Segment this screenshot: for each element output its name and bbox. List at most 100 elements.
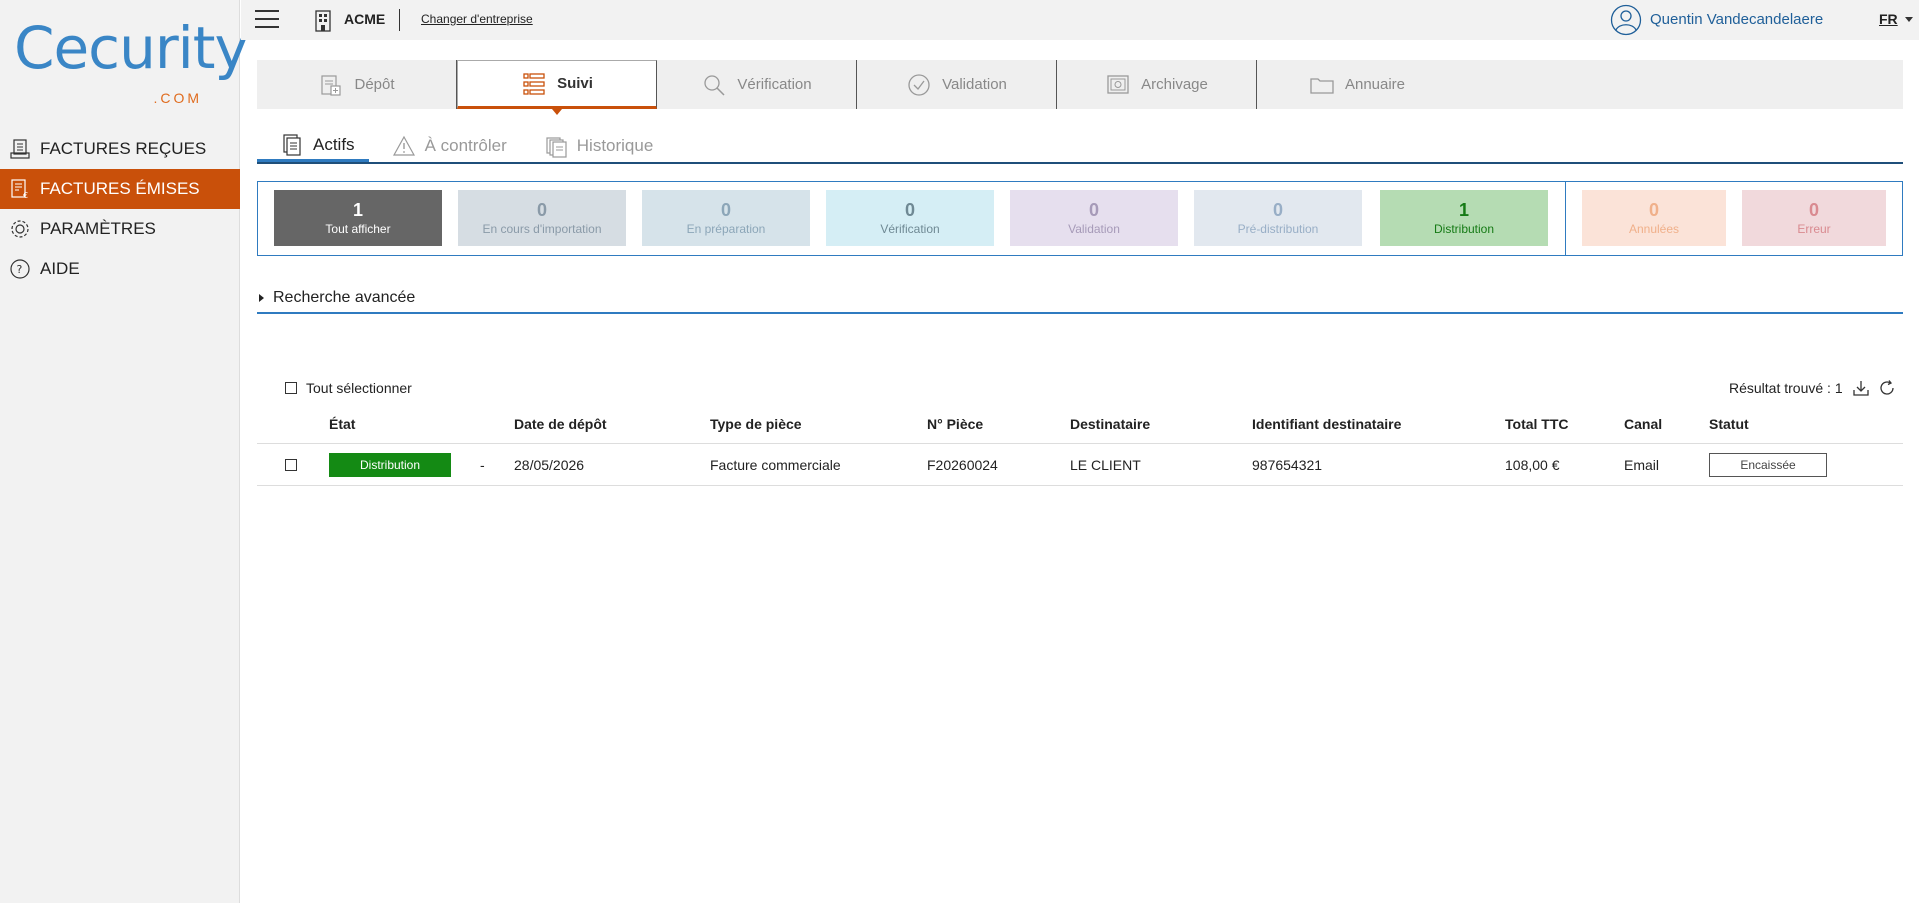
counter-distribution[interactable]: 1 Distribution: [1380, 190, 1548, 246]
check-circle-icon: [906, 72, 932, 98]
tab-a-controler[interactable]: À contrôler: [369, 130, 521, 162]
column-header-type[interactable]: Type de pièce: [710, 416, 802, 432]
table-row[interactable]: Distribution - 28/05/2026 Facture commer…: [257, 444, 1903, 486]
counter-label: Distribution: [1433, 222, 1495, 236]
column-header-etat[interactable]: État: [329, 416, 355, 432]
menu-icon[interactable]: [255, 10, 279, 30]
column-header-date[interactable]: Date de dépôt: [514, 416, 607, 432]
counter-label: Tout afficher: [325, 222, 391, 236]
svg-text:€: €: [23, 191, 28, 200]
column-header-identifiant[interactable]: Identifiant destinataire: [1252, 416, 1401, 432]
column-header-destinataire[interactable]: Destinataire: [1070, 416, 1150, 432]
received-invoices-icon: [8, 137, 32, 161]
counter-value: 0: [1648, 200, 1659, 220]
counter-value: 0: [1088, 200, 1099, 220]
column-header-num[interactable]: N° Pièce: [927, 416, 983, 432]
sidebar-item-aide[interactable]: ? AIDE: [0, 249, 240, 289]
counter-value: 1: [1458, 200, 1469, 220]
tab-archivage[interactable]: Archivage: [1057, 60, 1257, 109]
counter-label: En cours d'importation: [482, 222, 602, 236]
refresh-icon[interactable]: [1878, 379, 1896, 397]
cell-dash: -: [480, 457, 485, 473]
status-badge: Distribution: [329, 453, 451, 477]
magnifier-icon: [701, 72, 727, 98]
tab-depot[interactable]: Dépôt: [257, 60, 457, 109]
counter-erreur[interactable]: 0 Erreur: [1742, 190, 1886, 246]
main-tabs: Dépôt Suivi Vérification Validation Arch…: [257, 60, 1903, 115]
change-company-link[interactable]: Changer d'entreprise: [421, 12, 533, 26]
cell-type: Facture commerciale: [710, 457, 841, 473]
sidebar-item-label: FACTURES ÉMISES: [40, 179, 200, 198]
tab-label: Suivi: [557, 75, 593, 92]
result-count: Résultat trouvé : 1: [1729, 380, 1843, 396]
documents-icon: [281, 133, 303, 157]
select-all-label: Tout sélectionner: [306, 380, 412, 396]
cell-num: F20260024: [927, 457, 998, 473]
counter-label: Annulées: [1628, 222, 1680, 236]
select-all-checkbox[interactable]: Tout sélectionner: [285, 380, 412, 396]
table-header: État Date de dépôt Type de pièce N° Pièc…: [257, 412, 1903, 444]
deposit-icon: [318, 72, 344, 98]
safe-icon: [1105, 72, 1131, 98]
checkbox[interactable]: [285, 382, 297, 394]
tab-verification[interactable]: Vérification: [657, 60, 857, 109]
counter-separator: [1565, 182, 1566, 255]
counter-verification[interactable]: 0 Vérification: [826, 190, 994, 246]
company-name: ACME: [344, 11, 386, 27]
counter-annulees[interactable]: 0 Annulées: [1582, 190, 1726, 246]
top-bar: ACME Changer d'entreprise Quentin Vandec…: [241, 0, 1919, 40]
issued-invoices-icon: €: [8, 177, 32, 201]
tab-annuaire[interactable]: Annuaire: [1257, 60, 1457, 109]
statut-button[interactable]: Encaissée: [1709, 453, 1827, 477]
sidebar: Cecurity .COM FACTURES REÇUES € FACTURES…: [0, 0, 249, 903]
row-checkbox[interactable]: [285, 459, 297, 471]
language-selector[interactable]: FR: [1879, 11, 1898, 27]
counter-en-cours-importation[interactable]: 0 En cours d'importation: [458, 190, 626, 246]
column-header-statut[interactable]: Statut: [1709, 416, 1749, 432]
column-header-total[interactable]: Total TTC: [1505, 416, 1569, 432]
tab-label: Archivage: [1141, 76, 1208, 93]
status-counters: 1 Tout afficher 0 En cours d'importation…: [257, 181, 1903, 256]
gear-icon: [8, 217, 32, 241]
counter-label: Pré-distribution: [1237, 222, 1319, 236]
counter-value: 0: [1808, 200, 1819, 220]
counter-en-preparation[interactable]: 0 En préparation: [642, 190, 810, 246]
counter-value: 0: [536, 200, 547, 220]
counter-label: Erreur: [1797, 222, 1831, 236]
counter-tout-afficher[interactable]: 1 Tout afficher: [274, 190, 442, 246]
sidebar-item-factures-recues[interactable]: FACTURES REÇUES: [0, 129, 240, 169]
chevron-down-icon[interactable]: [1905, 17, 1913, 22]
sidebar-item-label: PARAMÈTRES: [40, 219, 156, 238]
tab-label: Annuaire: [1344, 76, 1406, 93]
advanced-search-toggle[interactable]: Recherche avancée: [257, 288, 1903, 314]
tab-historique[interactable]: Historique: [521, 130, 668, 162]
app-root: Cecurity .COM FACTURES REÇUES € FACTURES…: [0, 0, 1919, 903]
counter-label: En préparation: [686, 222, 766, 236]
sub-tab-label: Historique: [576, 136, 654, 155]
download-icon[interactable]: [1852, 379, 1870, 397]
help-icon: ?: [8, 257, 32, 281]
user-icon[interactable]: [1610, 4, 1642, 36]
tab-validation[interactable]: Validation: [857, 60, 1057, 109]
logo[interactable]: Cecurity .COM: [14, 16, 249, 108]
history-icon: [545, 134, 567, 158]
sub-tabs: Actifs À contrôler Historique: [257, 130, 1903, 164]
company-separator: [399, 9, 400, 31]
sidebar-item-label: AIDE: [40, 259, 80, 278]
column-header-canal[interactable]: Canal: [1624, 416, 1662, 432]
folder-icon: [1309, 72, 1335, 98]
cell-destinataire: LE CLIENT: [1070, 457, 1141, 473]
tab-suivi[interactable]: Suivi: [457, 60, 657, 115]
counter-value: 0: [904, 200, 915, 220]
tab-label: Validation: [942, 76, 1007, 93]
counter-validation[interactable]: 0 Validation: [1010, 190, 1178, 246]
counter-pre-distribution[interactable]: 0 Pré-distribution: [1194, 190, 1362, 246]
warning-icon: [392, 134, 415, 158]
sidebar-item-label: FACTURES REÇUES: [40, 139, 207, 158]
tab-label: Dépôt: [354, 76, 395, 93]
tab-actifs[interactable]: Actifs: [257, 130, 369, 162]
sidebar-item-parametres[interactable]: PARAMÈTRES: [0, 209, 240, 249]
user-name[interactable]: Quentin Vandecandelaere: [1650, 11, 1823, 28]
sidebar-item-factures-emises[interactable]: € FACTURES ÉMISES: [0, 169, 240, 209]
cell-canal: Email: [1624, 457, 1660, 473]
